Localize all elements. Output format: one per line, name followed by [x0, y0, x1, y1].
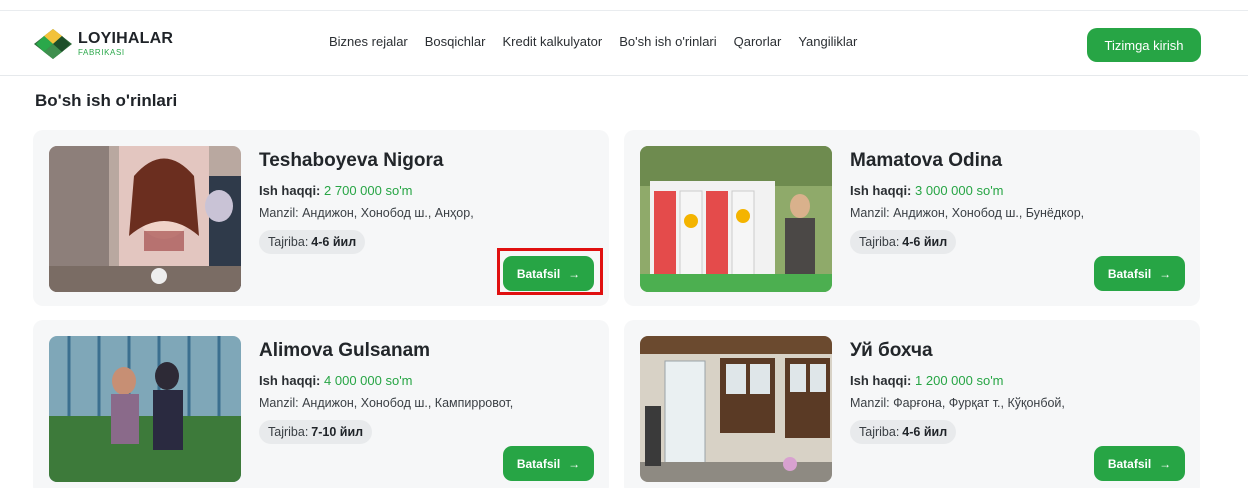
kindergarten-photo[interactable] — [640, 146, 832, 292]
top-divider — [0, 0, 1248, 11]
house-front-photo[interactable] — [640, 336, 832, 482]
address-label: Manzil: — [850, 206, 890, 220]
main-nav: Biznes rejalar Bosqichlar Kredit kalkuly… — [329, 34, 874, 49]
salary-value: 1 200 000 so'm — [915, 373, 1004, 388]
salary-value: 4 000 000 so'm — [324, 373, 413, 388]
page-title: Bo'sh ish o'rinlari — [35, 91, 178, 110]
details-label: Batafsil — [516, 456, 561, 471]
salary-label: Ish haqqi: — [259, 183, 321, 198]
job-address: Manzil: Андижон, Хонобод ш., Бунёдкор, — [850, 206, 1084, 220]
address-value: Андижон, Хонобод ш., Кампирровот, — [302, 396, 514, 410]
nav-link-kredit-kalkulyator[interactable]: Kredit kalkulyator — [502, 34, 602, 49]
job-address: Manzil: Андижон, Хонобод ш., Анҳор, — [259, 206, 474, 220]
address-label: Manzil: — [259, 396, 299, 410]
salary-value: 3 000 000 so'm — [915, 183, 1004, 198]
experience-label: Tajriba: — [859, 425, 900, 439]
address-value: Фарғона, Фурқат т., Кўқонбой, — [893, 396, 1065, 410]
highlight-box — [497, 248, 603, 295]
arrow-right-icon: → — [568, 456, 581, 471]
nav-link-vacancies[interactable]: Bo'sh ish o'rinlari — [619, 34, 716, 49]
salary-label: Ish haqqi: — [850, 183, 912, 198]
job-name: Уй бохча — [850, 340, 933, 361]
nav-link-bosqichlar[interactable]: Bosqichlar — [425, 34, 486, 49]
experience-value: 4-6 йил — [902, 235, 948, 249]
brand-title: LOYIHALAR — [78, 30, 174, 47]
job-salary: Ish haqqi: 2 700 000 so'm — [259, 183, 413, 198]
address-label: Manzil: — [259, 206, 299, 220]
site-header: LOYIHALAR FABRIKASI Biznes rejalar Bosqi… — [0, 12, 1248, 76]
address-value: Андижон, Хонобод ш., Анҳор, — [302, 206, 474, 220]
diamond-logo-icon — [34, 29, 72, 59]
job-salary: Ish haqqi: 3 000 000 so'm — [850, 183, 1004, 198]
job-card: Alimova Gulsanam Ish haqqi: 4 000 000 so… — [33, 320, 609, 488]
experience-value: 4-6 йил — [311, 235, 357, 249]
details-button[interactable]: Batafsil → — [1094, 256, 1185, 291]
brand-subtitle: FABRIKASI — [78, 48, 125, 57]
nav-link-yangiliklar[interactable]: Yangiliklar — [798, 34, 857, 49]
login-button[interactable]: Tizimga kirish — [1087, 28, 1201, 62]
job-name: Teshaboyeva Nigora — [259, 150, 444, 171]
salary-value: 2 700 000 so'm — [324, 183, 413, 198]
experience-value: 7-10 йил — [311, 425, 364, 439]
details-label: Batafsil — [1107, 266, 1152, 281]
job-name: Alimova Gulsanam — [259, 340, 431, 361]
experience-badge: Tajriba: 4-6 йил — [850, 420, 957, 444]
experience-badge: Tajriba: 4-6 йил — [259, 230, 366, 254]
job-address: Manzil: Андижон, Хонобод ш., Кампирровот… — [259, 396, 513, 410]
job-salary: Ish haqqi: 1 200 000 so'm — [850, 373, 1004, 388]
salary-label: Ish haqqi: — [850, 373, 912, 388]
experience-badge: Tajriba: 7-10 йил — [259, 420, 373, 444]
address-label: Manzil: — [850, 396, 890, 410]
arrow-right-icon: → — [1159, 266, 1172, 281]
job-salary: Ish haqqi: 4 000 000 so'm — [259, 373, 413, 388]
address-value: Андижон, Хонобод ш., Бунёдкор, — [893, 206, 1085, 220]
details-label: Batafsil — [1107, 456, 1152, 471]
job-name: Mamatova Odina — [850, 150, 1003, 171]
nav-link-biznes-rejalar[interactable]: Biznes rejalar — [329, 34, 408, 49]
experience-label: Tajriba: — [268, 235, 309, 249]
arrow-right-icon: → — [1159, 456, 1172, 471]
greenhouse-photo[interactable] — [49, 336, 241, 482]
details-button[interactable]: Batafsil → — [1094, 446, 1185, 481]
experience-label: Tajriba: — [859, 235, 900, 249]
job-card: Mamatova Odina Ish haqqi: 3 000 000 so'm… — [624, 130, 1200, 306]
nav-link-qarorlar[interactable]: Qarorlar — [734, 34, 782, 49]
beauty-salon-photo[interactable] — [49, 146, 241, 292]
details-button[interactable]: Batafsil → — [503, 446, 594, 481]
experience-label: Tajriba: — [268, 425, 309, 439]
experience-badge: Tajriba: 4-6 йил — [850, 230, 957, 254]
job-card: Уй бохча Ish haqqi: 1 200 000 so'm Manzi… — [624, 320, 1200, 488]
job-address: Manzil: Фарғона, Фурқат т., Кўқонбой, — [850, 396, 1065, 410]
salary-label: Ish haqqi: — [259, 373, 321, 388]
brand-logo[interactable]: LOYIHALAR FABRIKASI — [32, 24, 182, 64]
experience-value: 4-6 йил — [902, 425, 948, 439]
